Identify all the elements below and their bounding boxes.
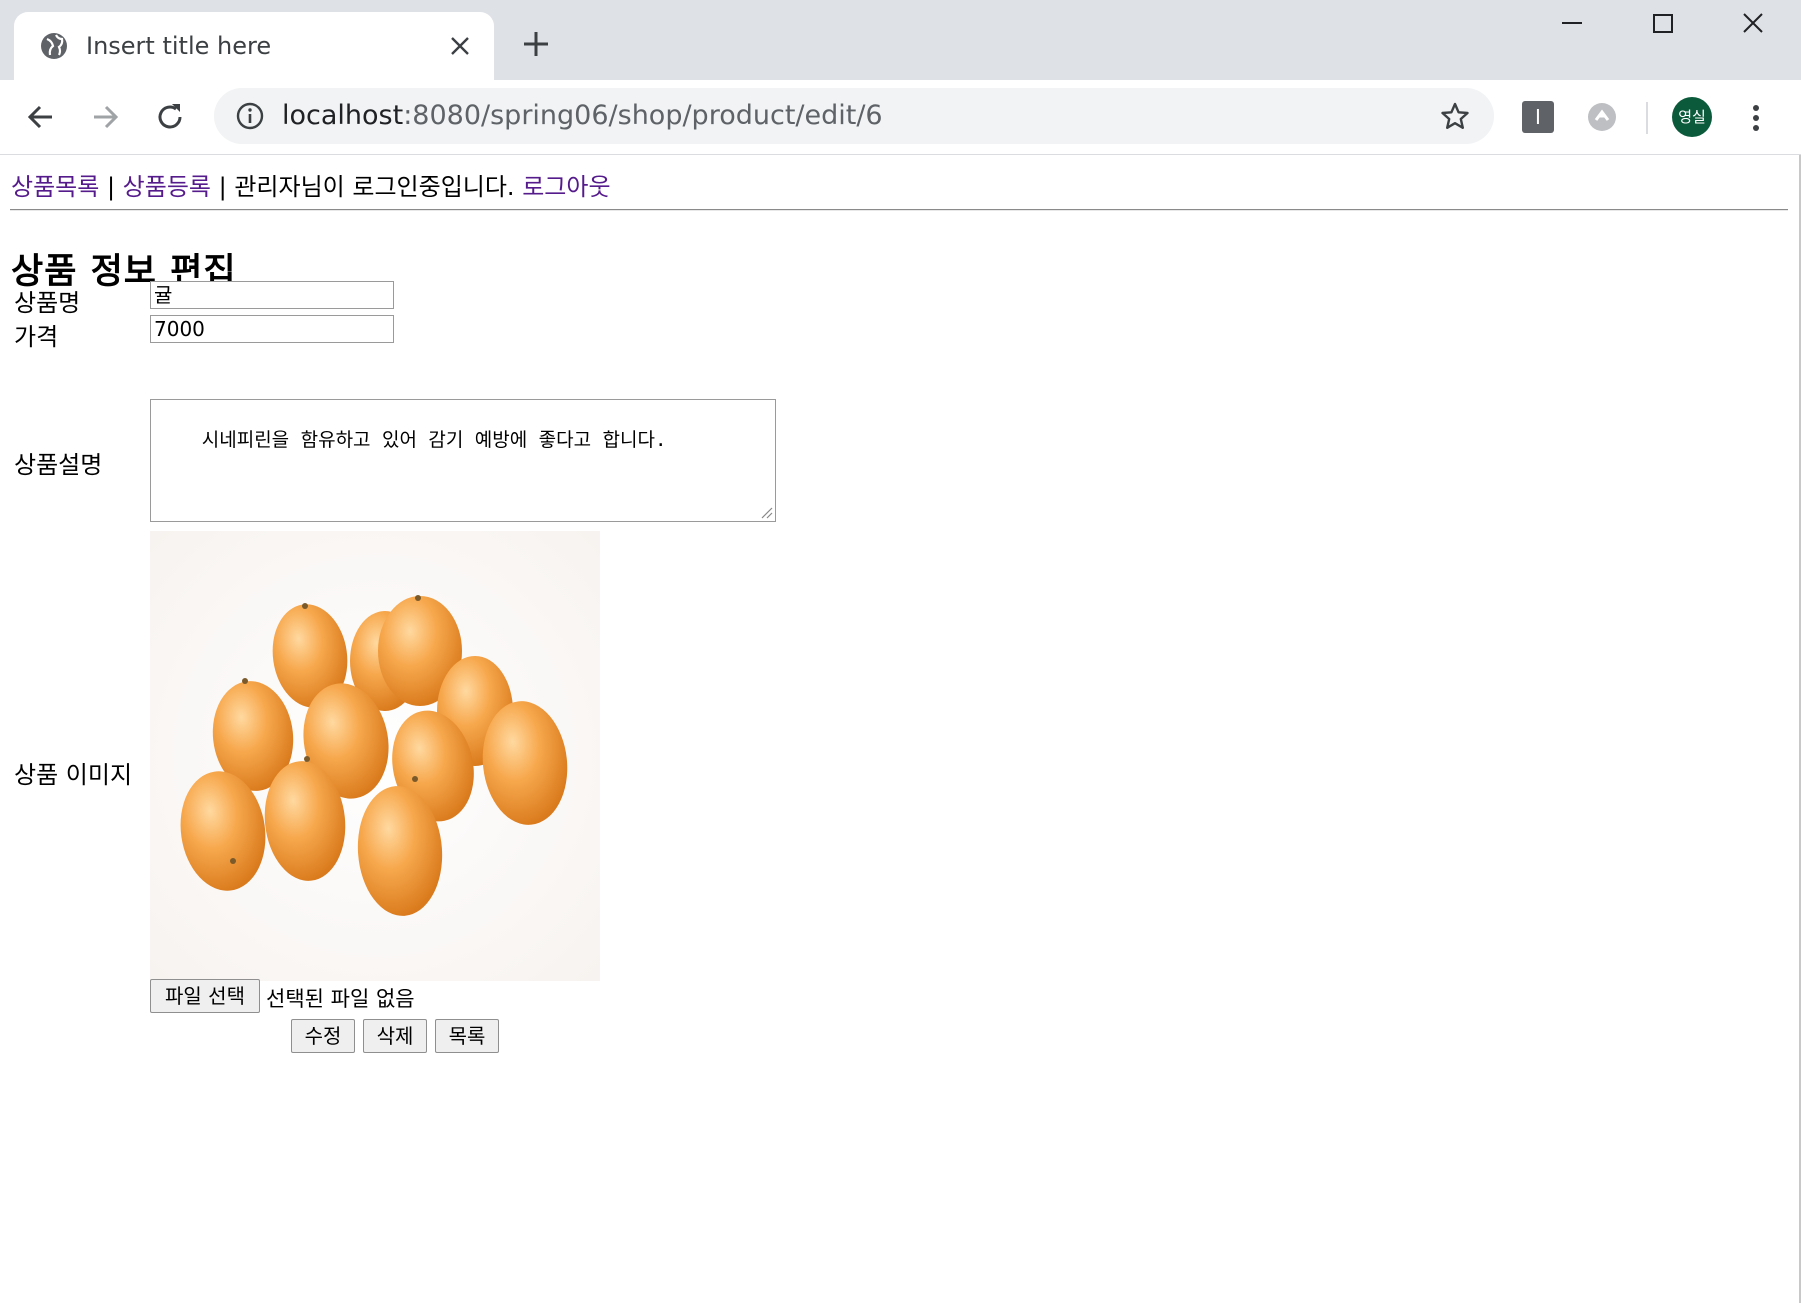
toolbar-separator [1646,102,1648,134]
description-field[interactable]: 시네피린을 함유하고 있어 감기 예방에 좋다고 합니다. [150,399,776,522]
file-select-button[interactable]: 파일 선택 [150,979,260,1013]
image-label: 상품 이미지 [14,761,133,789]
globe-icon [41,33,67,59]
divider [10,209,1788,211]
top-nav: 상품목록 | 상품등록 | 관리자님이 로그인중입니다. 로그아웃 [11,167,611,202]
tab-title: Insert title here [86,32,272,60]
resize-grip-icon[interactable] [759,505,773,519]
delete-button[interactable]: 삭제 [363,1019,427,1053]
edit-button[interactable]: 수정 [291,1019,355,1053]
description-label: 상품설명 [14,451,103,479]
extension-sync-icon[interactable] [1585,100,1619,134]
price-field[interactable]: 7000 [150,315,394,343]
reload-icon[interactable] [153,100,187,134]
nav-separator: | [99,173,123,201]
bookmark-star-icon[interactable] [1440,101,1470,131]
browser-toolbar: localhost:8080/spring06/shop/product/edi… [0,80,1801,155]
description-text: 시네피린을 함유하고 있어 감기 예방에 좋다고 합니다. [201,429,667,451]
nav-link-product-list[interactable]: 상품목록 [11,173,99,201]
tab-strip: Insert title here [0,0,1801,80]
file-status-text: 선택된 파일 없음 [266,987,415,1011]
extension-icon[interactable]: I [1522,101,1554,133]
window-close-icon[interactable] [1725,12,1781,44]
nav-link-product-register[interactable]: 상품등록 [123,173,211,201]
info-icon[interactable] [236,102,264,130]
nav-link-logout[interactable]: 로그아웃 [522,173,610,201]
login-status: 관리자님이 로그인중입니다. [234,173,523,201]
maximize-icon[interactable] [1634,12,1690,44]
avatar[interactable]: 영실 [1672,97,1712,137]
list-button[interactable]: 목록 [435,1019,499,1053]
url-host: localhost [282,100,404,131]
close-icon[interactable] [448,34,472,58]
forward-icon[interactable] [88,100,122,134]
browser-tab[interactable]: Insert title here [14,12,494,80]
more-menu-icon[interactable] [1744,102,1768,134]
back-icon[interactable] [24,100,58,134]
nav-separator: | [211,173,235,201]
url-text: localhost:8080/spring06/shop/product/edi… [282,100,883,131]
url-path: :8080/spring06/shop/product/edit/6 [403,100,883,131]
page-content: 상품목록 | 상품등록 | 관리자님이 로그인중입니다. 로그아웃 상품 정보 … [0,155,1791,1303]
address-bar[interactable]: localhost:8080/spring06/shop/product/edi… [214,88,1494,144]
minimize-icon[interactable] [1544,12,1600,44]
name-field[interactable]: 귤 [150,281,394,309]
product-image [150,531,600,981]
name-label: 상품명 [14,289,81,317]
new-tab-icon[interactable] [522,30,550,58]
price-label: 가격 [14,323,59,351]
